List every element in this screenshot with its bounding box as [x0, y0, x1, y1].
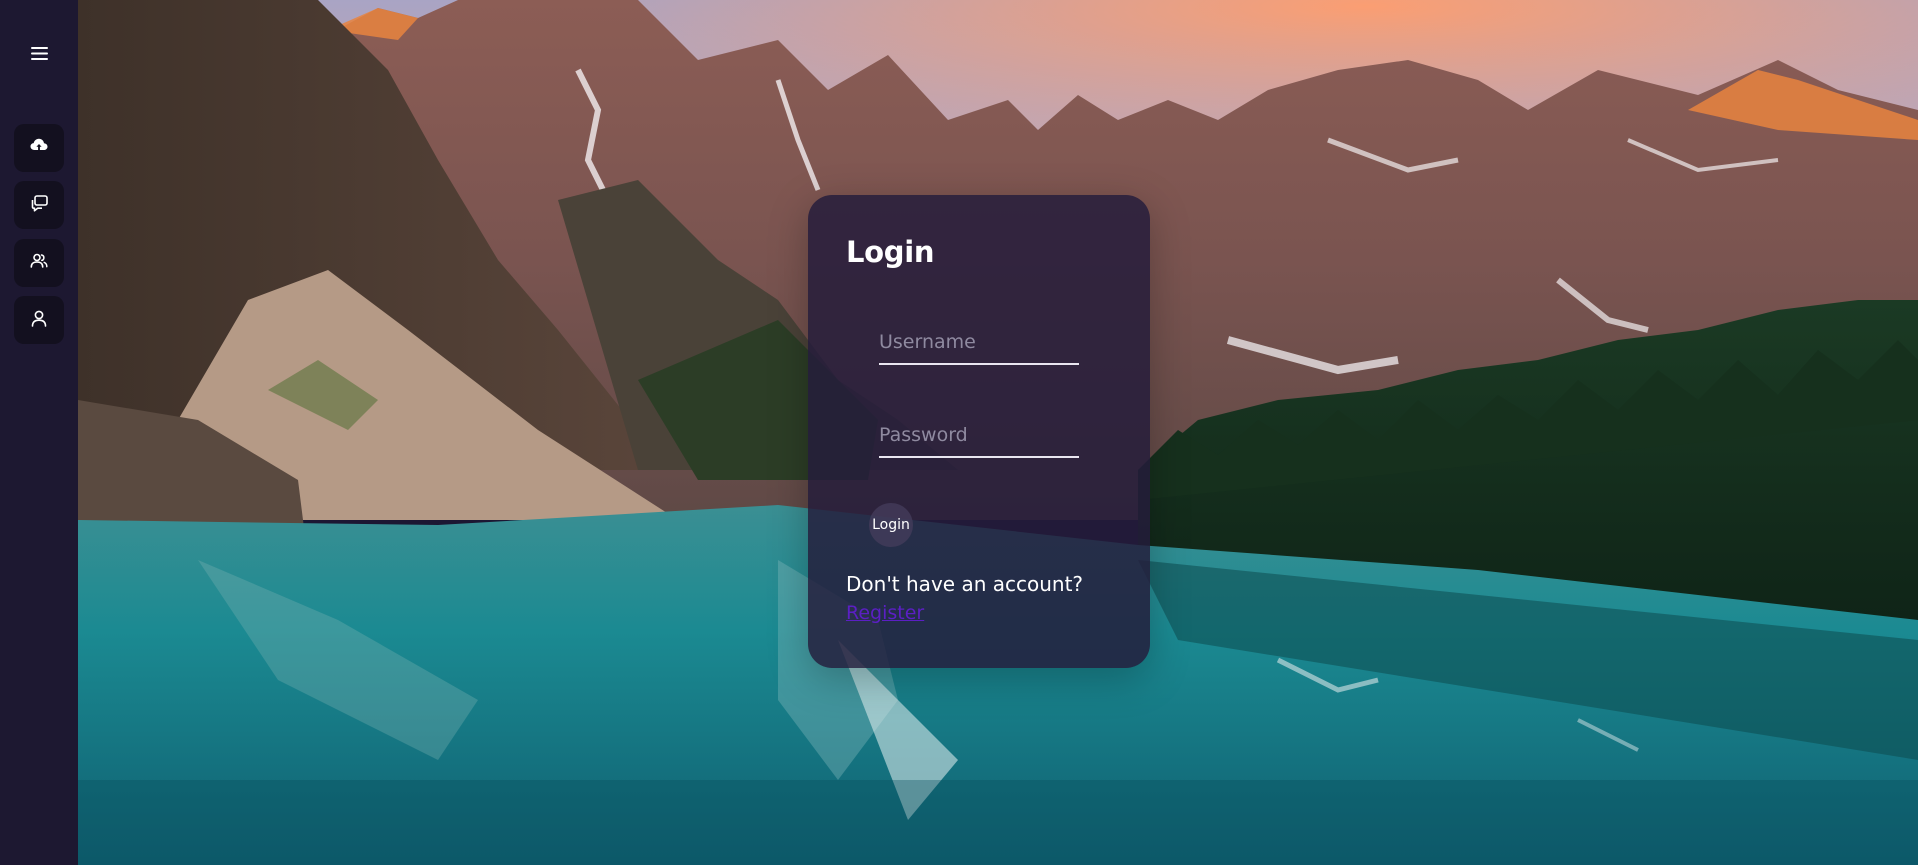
- login-button[interactable]: Login: [869, 503, 913, 547]
- login-title: Login: [846, 235, 935, 269]
- password-input[interactable]: [879, 418, 1079, 458]
- sidebar: [0, 0, 78, 865]
- hamburger-menu-icon[interactable]: [24, 42, 54, 64]
- sidebar-item-chat[interactable]: [14, 181, 64, 229]
- no-account-text: Don't have an account?: [846, 572, 1084, 596]
- username-input[interactable]: [879, 325, 1079, 365]
- sidebar-item-users[interactable]: [14, 239, 64, 287]
- user-profile-icon: [31, 310, 47, 331]
- sidebar-item-upload[interactable]: [14, 124, 64, 172]
- chat-bubbles-icon: [30, 194, 48, 216]
- users-icon: [30, 253, 48, 273]
- register-link[interactable]: Register: [846, 602, 924, 624]
- cloud-upload-icon: [30, 138, 48, 158]
- sidebar-item-profile[interactable]: [14, 296, 64, 344]
- app-root: Login Login Don't have an account? Regis…: [0, 0, 1918, 865]
